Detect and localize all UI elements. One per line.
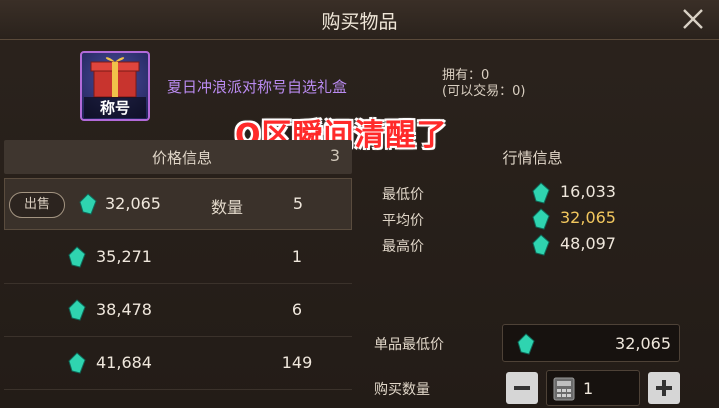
minus-icon	[514, 386, 530, 390]
gem-icon	[68, 352, 86, 374]
min-price-value: 16,033	[560, 182, 616, 201]
listing-price: 38,478	[96, 300, 152, 319]
market-row-max: 最高价 48,097	[360, 232, 705, 258]
dialog-title: 购买物品	[321, 11, 398, 33]
market-row-min: 最低价 16,033	[360, 180, 705, 206]
purchase-dialog: 购买物品 称号 夏日冲浪派对称号自选礼盒 拥有：0 (可以交易：0) Q区瞬间清…	[0, 0, 719, 408]
listing-qty: 5	[292, 194, 304, 213]
quantity-value: 1	[583, 379, 594, 398]
listing-row[interactable]: 35,271 1	[4, 232, 352, 284]
listing-qty: 1	[291, 247, 303, 266]
gem-icon	[532, 182, 550, 204]
max-price-label: 最高价	[382, 239, 424, 255]
listing-price: 35,271	[96, 247, 152, 266]
min-price-label: 最低价	[382, 187, 424, 203]
listing-count: 3	[329, 146, 340, 165]
gem-icon	[532, 208, 550, 230]
item-badge: 称号	[84, 97, 146, 118]
quantity-input[interactable]: 1	[546, 370, 640, 406]
price-list-panel: 价格信息 3 出售 32,065 数量 5 35,271 1 38,478 6 …	[0, 140, 352, 408]
gem-icon	[68, 246, 86, 268]
listing-price: 41,684	[96, 353, 152, 372]
market-panel: 行情信息 最低价 16,033 平均价 32,065 最高价 48,097 单品…	[360, 140, 719, 408]
unit-min-price-value: 32,065	[615, 334, 671, 353]
unit-min-price-box: 32,065	[502, 324, 680, 362]
avg-price-value: 32,065	[560, 208, 616, 227]
gem-icon	[517, 333, 535, 355]
listing-row[interactable]: 38,478 6	[4, 285, 352, 337]
gem-icon	[68, 299, 86, 321]
listing-row[interactable]: 出售 32,065 数量 5	[4, 178, 352, 230]
gem-icon	[79, 193, 97, 215]
owned-count: 拥有：0	[442, 68, 490, 83]
ownership-info: 拥有：0 (可以交易：0)	[442, 68, 525, 100]
listing-qty: 149	[281, 353, 313, 372]
item-name: 夏日冲浪派对称号自选礼盒	[167, 78, 348, 96]
market-row-avg: 平均价 32,065	[360, 206, 705, 232]
listing-row[interactable]: 41,684 149	[4, 338, 352, 390]
listing-qty: 6	[291, 300, 303, 319]
calculator-icon[interactable]	[553, 377, 575, 401]
close-icon[interactable]	[679, 5, 707, 33]
max-price-value: 48,097	[560, 234, 616, 253]
price-list-header: 价格信息 3	[4, 140, 352, 174]
title-bar: 购买物品	[0, 0, 719, 40]
gem-icon	[532, 234, 550, 256]
buy-quantity-label: 购买数量	[374, 382, 430, 398]
price-list-title: 价格信息	[152, 149, 213, 167]
unit-min-price-label: 单品最低价	[374, 337, 444, 353]
decrease-button[interactable]	[506, 372, 538, 404]
quantity-label: 数量	[211, 198, 244, 217]
increase-button[interactable]	[648, 372, 680, 404]
market-title: 行情信息	[502, 149, 563, 167]
listing-price: 32,065	[105, 194, 161, 213]
gift-box-icon: 称号	[80, 51, 150, 121]
sell-button[interactable]: 出售	[9, 192, 65, 218]
plus-icon	[656, 380, 672, 396]
avg-price-label: 平均价	[382, 213, 424, 229]
tradable-count: (可以交易：0)	[442, 84, 526, 99]
